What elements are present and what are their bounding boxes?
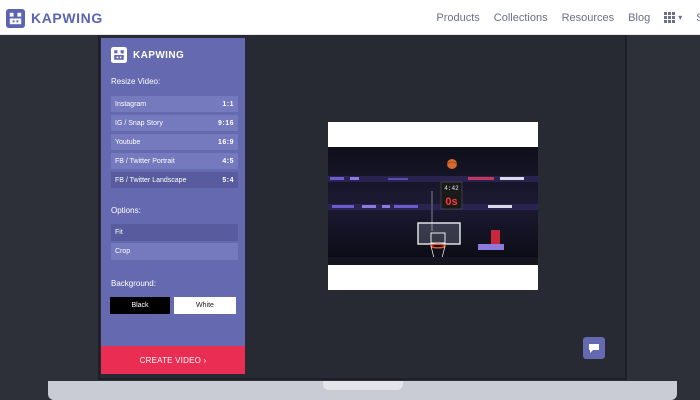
size-option-fb-twitter-landscape[interactable]: FB / Twitter Landscape 5:4 (111, 172, 238, 188)
top-navbar: KAPWING Products Collections Resources B… (0, 0, 700, 35)
size-option-youtube[interactable]: Youtube 16:9 (111, 134, 238, 150)
options-heading: Options: (111, 206, 141, 215)
size-option-instagram[interactable]: Instagram 1:1 (111, 96, 238, 112)
chat-icon (589, 343, 599, 353)
laptop-notch (323, 381, 403, 390)
nav-link-products[interactable]: Products (436, 12, 479, 24)
nav-links: Products Collections Resources Blog ▾ Si (436, 0, 700, 35)
shot-clock-text: 4:42 (444, 185, 459, 192)
kapwing-logo-icon (111, 47, 127, 63)
size-option-label: Youtube (115, 138, 141, 146)
background-heading: Background: (111, 279, 156, 288)
size-option-label: Instagram (115, 100, 147, 108)
apps-menu-button[interactable]: ▾ (664, 12, 682, 23)
option-fit[interactable]: Fit (111, 224, 238, 241)
nav-link-resources[interactable]: Resources (562, 12, 615, 24)
chat-button[interactable] (583, 337, 605, 359)
resize-heading: Resize Video: (111, 77, 161, 86)
sidebar-brand-name: KAPWING (133, 49, 185, 61)
size-option-label: FB / Twitter Landscape (115, 176, 187, 184)
editor-sidebar: KAPWING Resize Video: Instagram 1:1 IG /… (101, 38, 245, 374)
scoreboard-text: 0s (445, 196, 457, 208)
size-option-label: IG / Snap Story (115, 119, 163, 127)
video-preview[interactable]: 4:42 0s (328, 147, 538, 265)
sidebar-brand: KAPWING (111, 47, 184, 63)
size-option-ratio: 1:1 (222, 100, 234, 108)
size-option-ratio: 16:9 (217, 138, 234, 146)
chevron-down-icon: ▾ (678, 13, 683, 22)
create-video-button[interactable]: CREATE VIDEO › (101, 346, 245, 374)
size-option-ratio: 4:5 (222, 157, 234, 165)
size-option-ratio: 9:16 (217, 119, 234, 127)
size-option-ig-snap-story[interactable]: IG / Snap Story 9:16 (111, 115, 238, 131)
background-white-button[interactable]: White (174, 297, 236, 314)
brand-name: KAPWING (31, 10, 103, 26)
kapwing-logo-icon (6, 8, 25, 28)
nav-link-blog[interactable]: Blog (628, 12, 650, 24)
option-crop[interactable]: Crop (111, 243, 238, 260)
nav-link-collections[interactable]: Collections (494, 12, 548, 24)
size-option-fb-twitter-portrait[interactable]: FB / Twitter Portrait 4:5 (111, 153, 238, 169)
brand-logo-link[interactable]: KAPWING (6, 7, 103, 29)
size-option-label: FB / Twitter Portrait (115, 157, 175, 165)
size-option-ratio: 5:4 (222, 176, 234, 184)
nav-link-signin[interactable]: Si (696, 12, 700, 24)
background-black-button[interactable]: Black (110, 297, 170, 314)
apps-grid-icon (664, 12, 676, 23)
